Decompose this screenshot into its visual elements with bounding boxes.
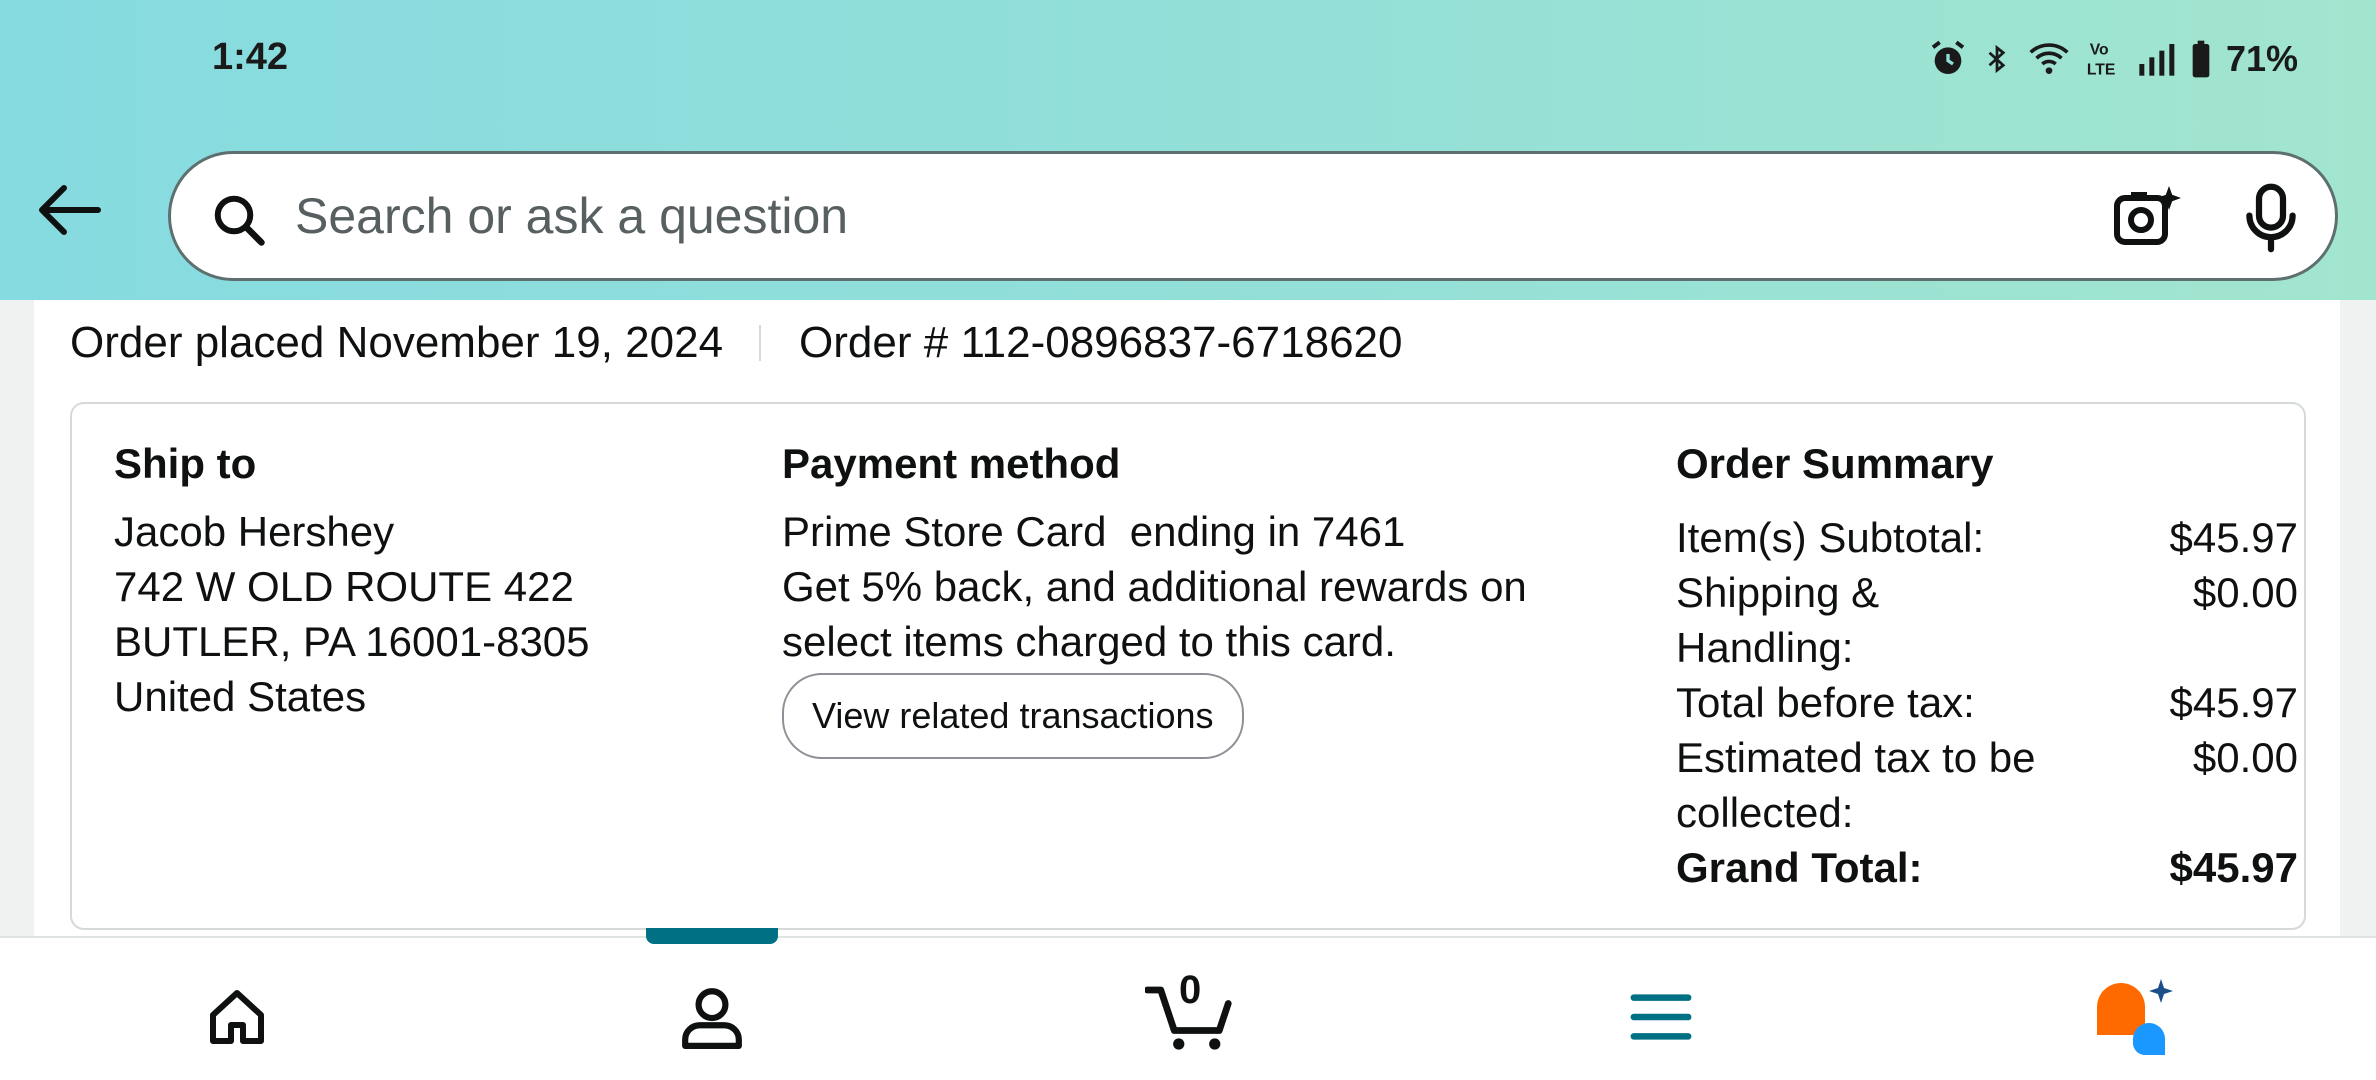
- volte-icon: Vo LTE: [2087, 42, 2116, 79]
- payment-method-title: Payment method: [782, 440, 1121, 487]
- ship-to-street: 742 W OLD ROUTE 422: [114, 563, 574, 610]
- summary-row-value: $0.00: [2192, 734, 2298, 781]
- summary-row-value: $0.00: [2192, 569, 2298, 616]
- summary-row: Shipping & Handling: $0.00: [1676, 565, 2298, 675]
- menu-icon: [1630, 994, 1692, 1040]
- view-related-transactions-button[interactable]: View related transactions: [782, 673, 1244, 759]
- search-icon: [214, 195, 265, 246]
- app-header: 1:42 Vo LTE 71%: [0, 0, 2376, 300]
- battery-percentage: 71%: [2225, 38, 2298, 79]
- bluetooth-icon: [1988, 44, 2006, 74]
- cart-count: 0: [1179, 968, 1202, 1012]
- nav-menu[interactable]: [1616, 972, 1706, 1062]
- order-info-line: Order placed November 19, 2024 Order # 1…: [70, 318, 1402, 368]
- summary-row-label: Item(s) Subtotal:: [1676, 514, 1985, 561]
- status-icons: Vo LTE 71%: [1928, 34, 2298, 84]
- voice-search-button[interactable]: [2241, 182, 2301, 259]
- nav-account[interactable]: [667, 972, 757, 1062]
- order-placed-date: Order placed November 19, 2024: [70, 318, 724, 367]
- summary-row: Item(s) Subtotal: $45.97: [1676, 510, 2298, 565]
- summary-row-label: Shipping & Handling:: [1676, 569, 1880, 671]
- home-icon: [210, 990, 264, 1044]
- payment-promo-line-2: select items charged to this card.: [782, 618, 1396, 665]
- order-summary-title: Order Summary: [1676, 440, 1994, 487]
- svg-text:Vo: Vo: [2090, 42, 2109, 59]
- account-icon: [682, 988, 742, 1049]
- active-tab-indicator: [646, 928, 778, 944]
- back-arrow-icon: [39, 185, 101, 235]
- back-button[interactable]: [30, 178, 110, 242]
- grand-total-value: $45.97: [2169, 844, 2298, 891]
- rufus-icon: [2097, 979, 2173, 1055]
- summary-row: Estimated tax to be collected: $0.00: [1676, 730, 2298, 840]
- payment-method-section: Payment method Prime Store Card ending i…: [782, 440, 1612, 759]
- summary-row: Total before tax: $45.97: [1676, 675, 2298, 730]
- status-time: 1:42: [212, 36, 289, 78]
- payment-card: Prime Store Card ending in 7461: [782, 508, 1406, 555]
- summary-row-value: $45.97: [2169, 514, 2298, 561]
- signal-icon: [2139, 44, 2175, 76]
- battery-icon: [2192, 40, 2210, 78]
- summary-row-label: Total before tax:: [1676, 679, 1975, 726]
- ship-to-title: Ship to: [114, 440, 257, 487]
- alarm-icon: [1931, 40, 1965, 74]
- ship-to-country: United States: [114, 673, 367, 720]
- order-summary-section: Order Summary Item(s) Subtotal: $45.97 S…: [1676, 440, 2298, 895]
- ship-to-name: Jacob Hershey: [114, 508, 395, 555]
- order-number: Order # 112-0896837-6718620: [799, 318, 1403, 367]
- microphone-icon: [2246, 183, 2296, 253]
- summary-row-label: Estimated tax to be collected:: [1676, 734, 2036, 836]
- wifi-icon: [2029, 43, 2069, 74]
- nav-home[interactable]: [192, 972, 282, 1062]
- camera-search-button[interactable]: [2111, 182, 2183, 259]
- grand-total-label: Grand Total:: [1676, 844, 1923, 891]
- nav-rufus[interactable]: [2090, 972, 2180, 1062]
- svg-text:LTE: LTE: [2087, 62, 2116, 79]
- payment-promo-line-1: Get 5% back, and additional rewards on: [782, 563, 1527, 610]
- search-input[interactable]: [295, 174, 2095, 258]
- order-info-divider: [759, 325, 762, 361]
- order-details-content: Order placed November 19, 2024 Order # 1…: [34, 300, 2340, 936]
- ship-to-section: Ship to Jacob Hershey 742 W OLD ROUTE 42…: [114, 440, 734, 724]
- summary-row-value: $45.97: [2169, 679, 2298, 726]
- order-details-card: Ship to Jacob Hershey 742 W OLD ROUTE 42…: [70, 402, 2306, 930]
- search-bar[interactable]: [168, 151, 2338, 281]
- bottom-navigation: 0: [0, 928, 2376, 1080]
- ship-to-city: BUTLER, PA 16001-8305: [114, 618, 590, 665]
- grand-total-row: Grand Total: $45.97: [1676, 840, 2298, 895]
- camera-sparkle-icon: [2114, 186, 2181, 245]
